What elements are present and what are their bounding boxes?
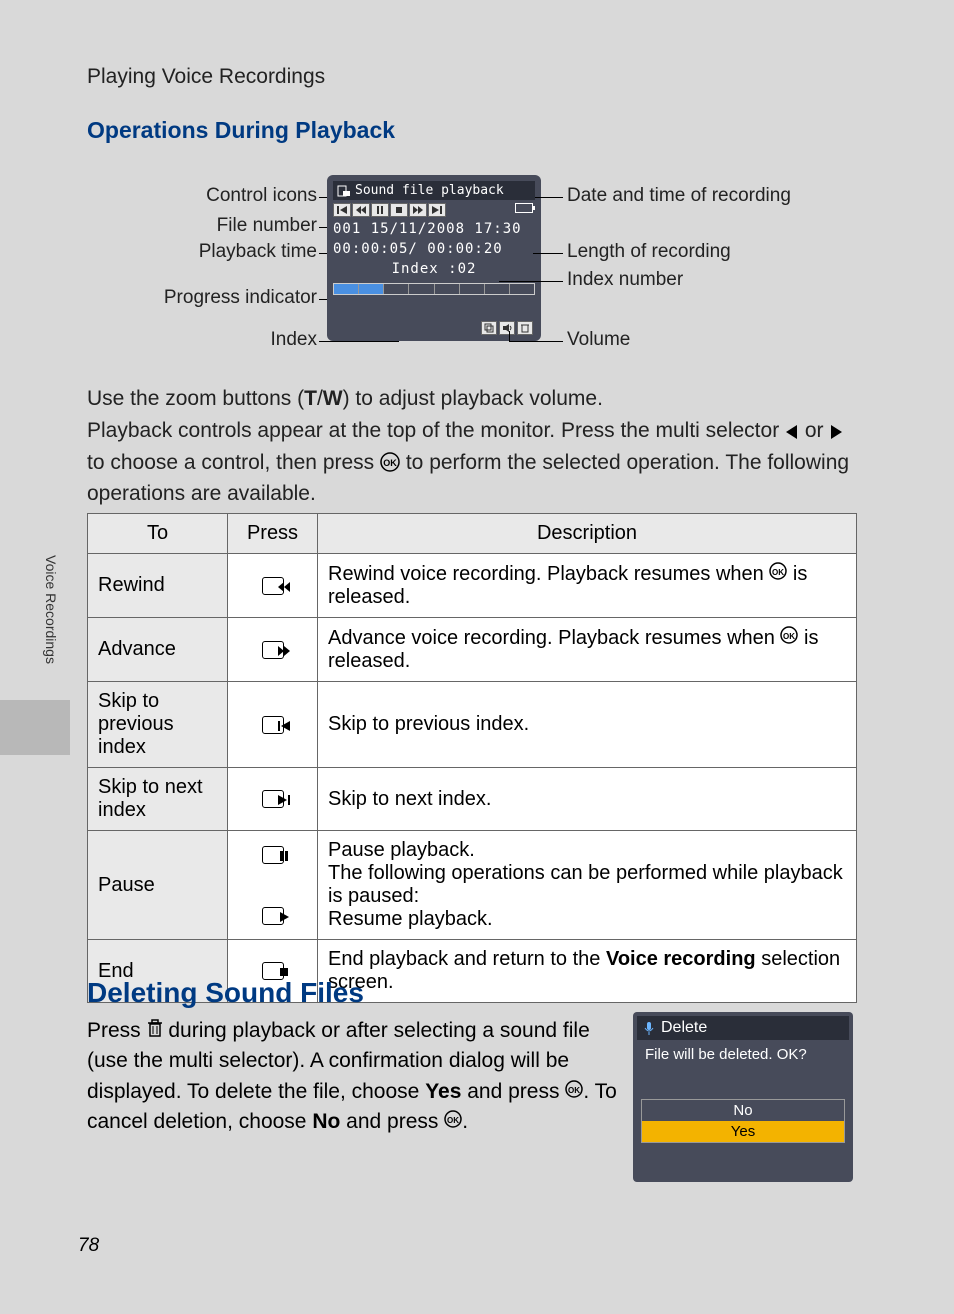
dialog-title: Delete	[661, 1019, 707, 1037]
to-cell: Skip to previous index	[88, 682, 228, 768]
ok-button-icon: OK	[444, 1110, 462, 1128]
svg-text:OK: OK	[568, 1086, 580, 1095]
dialog-message: File will be deleted. OK?	[637, 1040, 849, 1069]
deleting-heading: Deleting Sound Files	[87, 977, 364, 1009]
table-row: Skip to previous index Skip to previous …	[88, 682, 857, 768]
th-desc: Description	[318, 514, 857, 554]
ok-button-icon: OK	[780, 626, 798, 644]
svg-text:OK: OK	[772, 568, 784, 577]
table-row: Pause Pause playback. The following oper…	[88, 831, 857, 940]
press-cell	[228, 831, 318, 940]
deleting-paragraph: Press during playback or after selecting…	[87, 1016, 617, 1138]
side-tab-label: Voice Recordings	[43, 555, 59, 664]
right-arrow-icon	[829, 424, 843, 440]
mic-icon	[643, 1021, 655, 1035]
press-cell	[228, 554, 318, 618]
dialog-option-no[interactable]: No	[642, 1100, 844, 1121]
press-cell	[228, 682, 318, 768]
ok-button-icon: OK	[769, 562, 787, 580]
svg-text:OK: OK	[447, 1116, 459, 1125]
label-index-number: Index number	[567, 269, 683, 291]
press-cell	[228, 768, 318, 831]
operations-heading: Operations During Playback	[87, 117, 395, 144]
to-cell: Skip to next index	[88, 768, 228, 831]
desc-cell: Skip to next index.	[318, 768, 857, 831]
monitor-title: Sound file playback	[355, 183, 504, 198]
index-line: Index :02	[333, 261, 535, 277]
section-header: Playing Voice Recordings	[87, 65, 325, 89]
left-arrow-icon	[785, 424, 799, 440]
paragraph-controls: Playback controls appear at the top of t…	[87, 415, 857, 510]
battery-icon	[515, 203, 533, 213]
press-cell	[228, 618, 318, 682]
label-datetime: Date and time of recording	[567, 185, 791, 207]
stop-icon	[390, 203, 408, 217]
label-file-number: File number	[217, 215, 317, 237]
th-to: To	[88, 514, 228, 554]
desc-cell: End playback and return to the Voice rec…	[318, 940, 857, 1003]
dialog-option-yes[interactable]: Yes	[642, 1121, 844, 1142]
ok-button-icon: OK	[380, 452, 400, 472]
svg-text:OK: OK	[783, 632, 795, 641]
label-volume: Volume	[567, 329, 630, 351]
rewind-icon	[262, 577, 284, 595]
advance-icon	[409, 203, 427, 217]
control-icons-row	[333, 203, 535, 217]
desc-cell: Skip to previous index.	[318, 682, 857, 768]
rewind-icon	[352, 203, 370, 217]
to-cell: Advance	[88, 618, 228, 682]
skip-prev-icon	[262, 716, 284, 734]
play-icon	[262, 907, 284, 925]
desc-cell: Advance voice recording. Playback resume…	[318, 618, 857, 682]
progress-bar	[333, 283, 535, 295]
to-cell: Pause	[88, 831, 228, 940]
advance-icon	[262, 641, 284, 659]
label-length: Length of recording	[567, 241, 731, 263]
skip-next-icon	[428, 203, 446, 217]
label-progress: Progress indicator	[164, 287, 317, 309]
speaker-icon	[499, 321, 515, 335]
label-index: Index	[271, 329, 317, 351]
delete-hint-icon	[517, 321, 533, 335]
operations-table: To Press Description Rewind Rewind voice…	[87, 513, 857, 1003]
trash-icon	[147, 1019, 163, 1037]
table-row: Rewind Rewind voice recording. Playback …	[88, 554, 857, 618]
desc-cell: Rewind voice recording. Playback resumes…	[318, 554, 857, 618]
camera-monitor: Sound file playback 001 15/11/2008 17:30…	[327, 175, 541, 341]
manual-page: Playing Voice Recordings Operations Duri…	[0, 0, 954, 1314]
playback-diagram: Control icons File number Playback time …	[87, 165, 857, 365]
table-row: Advance Advance voice recording. Playbac…	[88, 618, 857, 682]
to-cell: Rewind	[88, 554, 228, 618]
skip-next-icon	[262, 790, 284, 808]
desc-cell: Pause playback. The following operations…	[318, 831, 857, 940]
side-tab-highlight	[0, 700, 70, 755]
th-press: Press	[228, 514, 318, 554]
time-line: 00:00:05/ 00:00:20	[333, 241, 535, 257]
label-playback-time: Playback time	[199, 241, 317, 263]
copy-icon	[481, 321, 497, 335]
sound-file-icon	[337, 185, 351, 197]
table-row: Skip to next index Skip to next index.	[88, 768, 857, 831]
pause-icon	[371, 203, 389, 217]
page-number: 78	[78, 1235, 99, 1257]
file-info-line: 001 15/11/2008 17:30	[333, 221, 535, 237]
paragraph-volume: Use the zoom buttons (T/W) to adjust pla…	[87, 383, 857, 415]
ok-button-icon: OK	[565, 1080, 583, 1098]
pause-icon	[262, 846, 284, 864]
svg-text:OK: OK	[383, 458, 397, 468]
label-control-icons: Control icons	[206, 185, 317, 207]
delete-dialog: Delete File will be deleted. OK? No Yes	[633, 1012, 853, 1182]
skip-prev-icon	[333, 203, 351, 217]
